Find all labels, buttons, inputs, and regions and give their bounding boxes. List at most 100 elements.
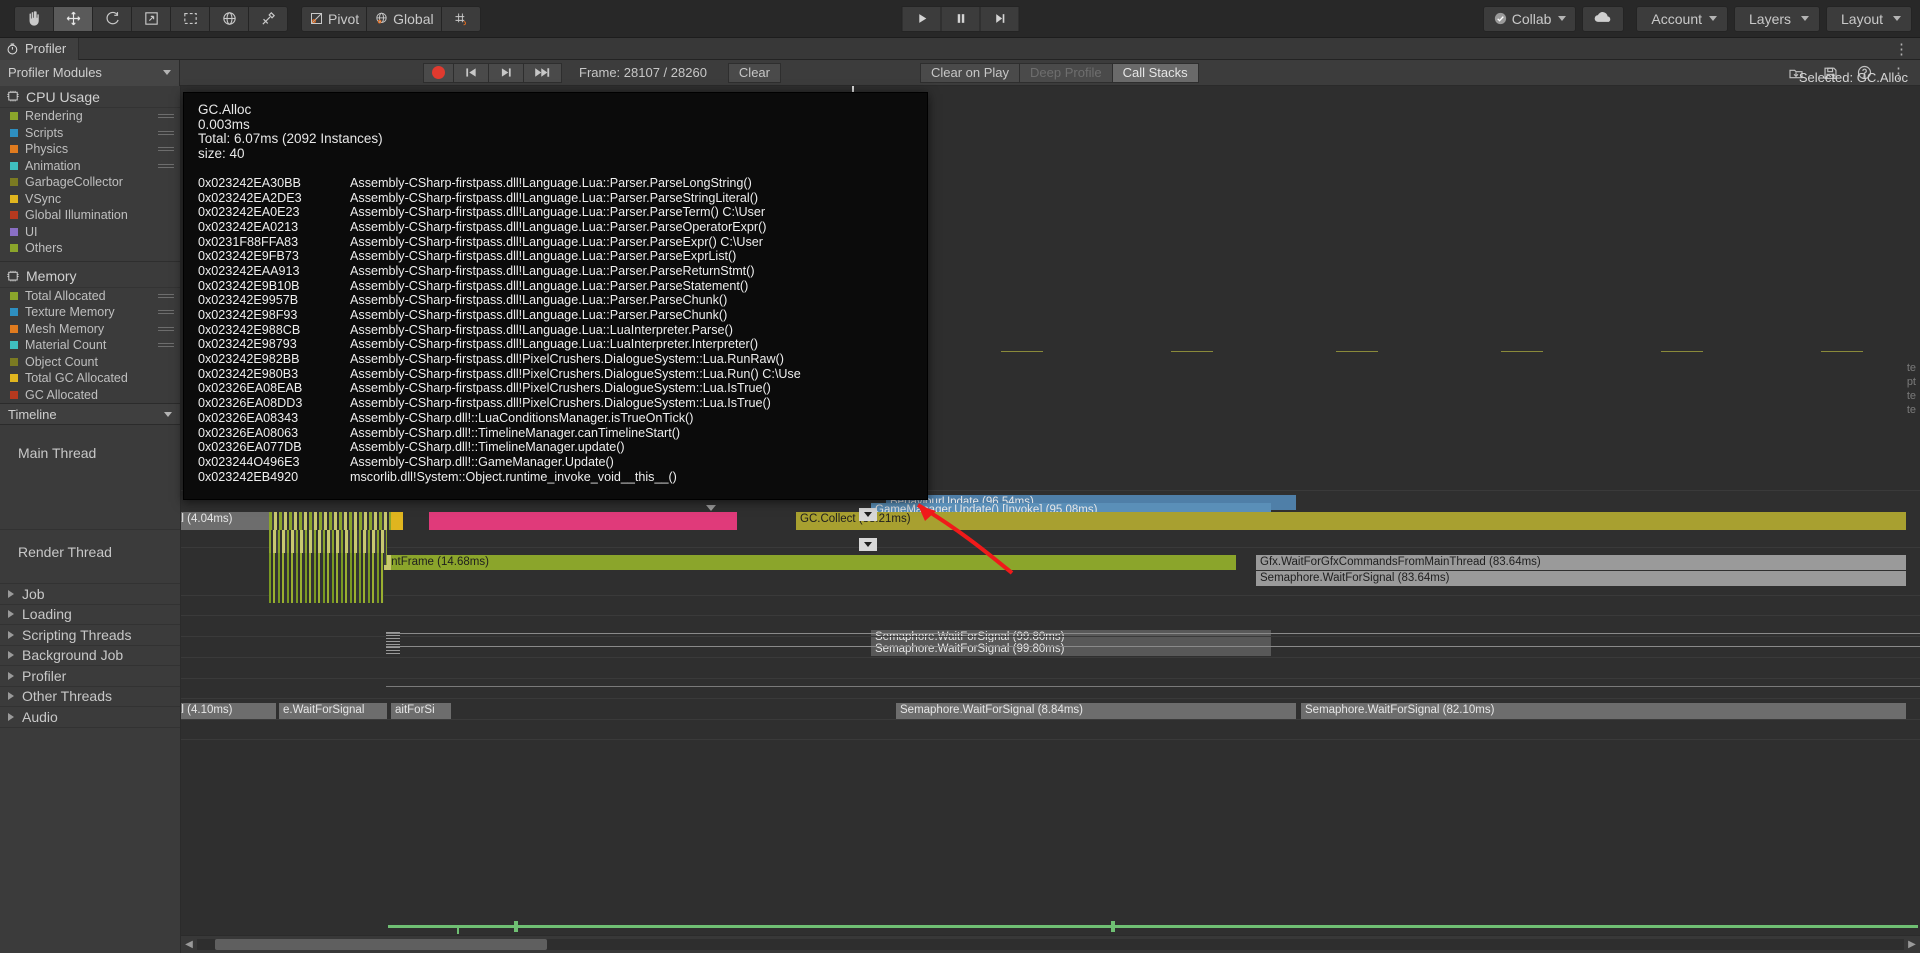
thread-row-other-threads[interactable]: Other Threads [0,687,180,707]
window-menu-button[interactable]: ⋮ [1894,40,1910,58]
scrollbar-track[interactable] [197,939,1904,950]
timeline-bar[interactable] [429,512,737,530]
last-frame-button[interactable] [523,62,562,83]
move-tool-button[interactable] [53,5,93,32]
clear-button[interactable]: Clear [727,62,781,83]
memory-item-total-allocated[interactable]: Total Allocated [0,288,180,305]
prev-frame-button[interactable] [488,62,524,83]
thread-row-render-thread[interactable]: Render Thread [0,530,180,584]
expand-triangle-icon[interactable] [8,651,14,660]
rotate-tool-button[interactable] [92,5,132,32]
collab-button[interactable]: Collab [1482,5,1577,32]
thread-label: Main Thread [18,445,97,461]
timeline-bar[interactable]: al (4.10ms) [181,703,276,719]
thread-row-background-job[interactable]: Background Job [0,646,180,666]
hand-tool-button[interactable] [14,5,54,32]
clear-on-play-button[interactable]: Clear on Play [920,62,1021,83]
thread-row-scripting-threads[interactable]: Scripting Threads [0,625,180,646]
timeline-bar[interactable]: Gfx.WaitForGfxCommandsFromMainThread (83… [1256,555,1906,570]
color-swatch [10,112,18,121]
thread-row-audio[interactable]: Audio [0,707,180,728]
collapse-arrow-main[interactable] [859,508,877,521]
timeline-bar[interactable]: Gfx.PresentFrame (14.68ms) [336,555,1236,570]
scrollbar-thumb[interactable] [215,939,547,950]
timeline-bar[interactable]: Semaphore.WaitForSignal (99.80ms) [871,642,1271,656]
thread-label: Loading [22,606,72,623]
expand-triangle-icon[interactable] [8,671,14,680]
collapse-arrow-render[interactable] [859,538,877,551]
cpu-item-physics[interactable]: Physics [0,141,180,158]
thread-row-loading[interactable]: Loading [0,605,180,625]
timeline-bar[interactable]: al (4.04ms) [181,512,276,530]
cpu-item-ui[interactable]: UI [0,224,180,241]
drag-handle-icon[interactable] [158,130,174,137]
memory-item-total-gc-allocated[interactable]: Total GC Allocated [0,370,180,387]
timeline-bar[interactable]: GC.Collect (88.21ms) [796,512,1906,530]
cpu-item-scripts[interactable]: Scripts [0,125,180,142]
global-button[interactable]: Global [366,5,442,32]
drag-handle-icon[interactable] [158,147,174,153]
profiler-modules-dropdown[interactable]: Profiler Modules [0,59,180,86]
first-frame-button[interactable] [453,62,489,83]
module-header-memory[interactable]: Memory [0,265,180,288]
layers-dropdown[interactable]: Layers [1734,5,1820,32]
expand-triangle-icon[interactable] [8,630,14,639]
transform-tool-button[interactable] [209,5,249,32]
scroll-right-arrow[interactable]: ▶ [1904,939,1920,950]
scroll-left-arrow[interactable]: ◀ [181,939,197,950]
deep-profile-button[interactable]: Deep Profile [1019,62,1113,83]
cpu-item-label: Others [25,241,63,256]
tab-profiler[interactable]: Profiler [0,37,80,60]
expand-triangle-icon[interactable] [8,610,14,619]
rect-tool-button[interactable] [170,5,210,32]
expand-triangle-icon[interactable] [8,712,14,721]
thread-row-main-thread[interactable]: Main Thread [0,425,180,530]
timeline-bar[interactable]: e.WaitForSignal [279,703,387,719]
expand-triangle-icon[interactable] [8,589,14,598]
drag-handle-icon[interactable] [158,114,174,120]
cpu-item-global-illumination[interactable]: Global Illumination [0,207,180,224]
timeline-bar[interactable]: Semaphore.WaitForSignal (82.10ms) [1301,703,1906,719]
cpu-item-label: Physics [25,142,69,157]
timeline-horizontal-scrollbar[interactable]: ◀ ▶ [181,935,1920,953]
timeline-mode-dropdown[interactable]: Timeline [0,403,180,425]
memory-item-texture-memory[interactable]: Texture Memory [0,304,180,321]
thread-row-job[interactable]: Job [0,584,180,605]
memory-item-gc-allocated[interactable]: GC Allocated [0,387,180,404]
cpu-item-rendering[interactable]: Rendering [0,108,180,125]
color-swatch [10,211,18,220]
module-header-cpu[interactable]: CPU Usage [0,86,180,108]
custom-tool-button[interactable] [248,5,288,32]
account-dropdown[interactable]: Account [1636,5,1728,32]
cpu-item-others[interactable]: Others [0,240,180,257]
thread-row-profiler[interactable]: Profiler [0,666,180,687]
grid-snap-button[interactable] [440,5,481,32]
timeline-bar[interactable]: Semaphore.WaitForSignal (83.64ms) [1256,571,1906,586]
expand-triangle-icon[interactable] [8,692,14,701]
step-button[interactable] [979,5,1020,32]
cpu-item-animation[interactable]: Animation [0,158,180,175]
memory-item-object-count[interactable]: Object Count [0,354,180,371]
drag-handle-icon[interactable] [158,310,174,316]
cpu-item-garbagecollector[interactable]: GarbageCollector [0,174,180,191]
pivot-button[interactable]: Pivot [301,5,368,32]
drag-handle-icon[interactable] [158,163,174,170]
pause-button[interactable] [940,5,981,32]
play-button[interactable] [901,5,942,32]
cpu-item-vsync[interactable]: VSync [0,191,180,208]
timeline-bar[interactable]: Semaphore.WaitForSignal (8.84ms) [896,703,1296,719]
scale-tool-button[interactable] [131,5,171,32]
call-stack-address: 0x023242EA0213 [198,219,299,234]
cloud-button[interactable] [1582,5,1625,32]
drag-handle-icon[interactable] [158,326,174,333]
drag-handle-icon[interactable] [158,343,174,349]
memory-item-mesh-memory[interactable]: Mesh Memory [0,321,180,338]
drag-handle-icon[interactable] [158,293,174,300]
call-stacks-button[interactable]: Call Stacks [1111,62,1199,83]
profiler-timeline-area[interactable]: BehaviourUpdate (96.54ms) GameManager.Upd… [181,490,1920,935]
layout-dropdown[interactable]: Layout [1826,5,1912,32]
timeline-bar[interactable]: aitForSi [391,703,451,719]
pivot-global-group: Pivot Global [301,5,481,32]
record-button[interactable] [423,62,454,83]
memory-item-material-count[interactable]: Material Count [0,337,180,354]
